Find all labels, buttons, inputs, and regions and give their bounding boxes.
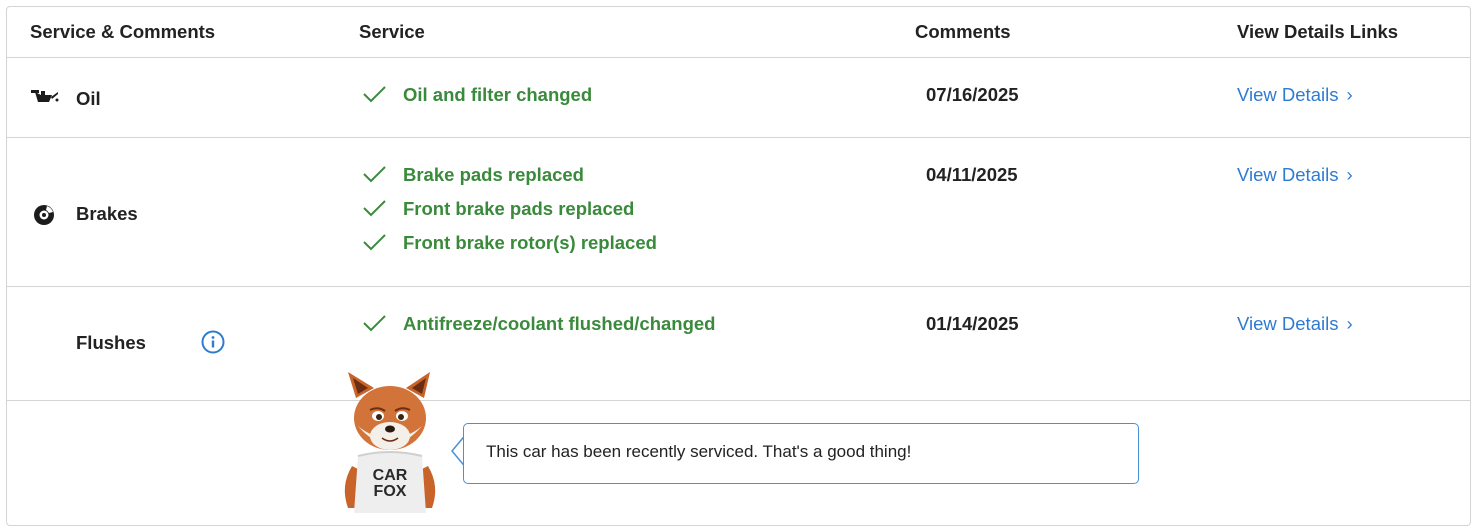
shirt-text-car: CAR <box>373 467 408 484</box>
oil-can-icon <box>31 89 59 110</box>
table-row-flushes: Flushes Antifreeze/coolant flushed/chang… <box>7 287 1470 401</box>
info-icon[interactable] <box>201 330 225 354</box>
table-row-oil: Oil Oil and filter changed 07/16/2025 Vi… <box>7 58 1470 138</box>
header-service-comments: Service & Comments <box>30 21 216 42</box>
service-item-text: Antifreeze/coolant flushed/changed <box>403 313 716 334</box>
brake-disc-icon <box>33 204 55 231</box>
service-item-text: Front brake pads replaced <box>403 198 635 219</box>
checkmark-icon <box>361 195 387 224</box>
chevron-right-icon: › <box>1346 313 1353 334</box>
header-service: Service <box>359 21 425 42</box>
service-name-brakes: Brakes <box>76 203 138 224</box>
view-details-link[interactable]: View Details › <box>1237 313 1353 335</box>
table-row-brakes: Brakes Brake pads replaced Front brake p… <box>7 138 1470 287</box>
checkmark-icon <box>361 310 387 339</box>
checkmark-icon <box>361 81 387 110</box>
table-header: Service & Comments Service Comments View… <box>7 7 1470 58</box>
checkmark-icon <box>361 229 387 258</box>
chevron-right-icon: › <box>1346 164 1353 185</box>
service-item-text: Oil and filter changed <box>403 84 593 105</box>
service-date: 07/16/2025 <box>926 84 1019 105</box>
view-details-label: View Details <box>1237 164 1339 185</box>
carfox-mascot: CAR FOX <box>330 368 450 518</box>
view-details-link[interactable]: View Details › <box>1237 164 1353 186</box>
shirt-text-fox: FOX <box>374 483 407 500</box>
service-name-flushes: Flushes <box>76 332 146 353</box>
service-item-text: Front brake rotor(s) replaced <box>403 232 657 253</box>
view-details-label: View Details <box>1237 84 1339 105</box>
view-details-link[interactable]: View Details › <box>1237 84 1353 106</box>
header-view-details: View Details Links <box>1237 21 1399 42</box>
chevron-right-icon: › <box>1346 84 1353 105</box>
view-details-label: View Details <box>1237 313 1339 334</box>
service-name-oil: Oil <box>76 88 101 109</box>
service-item-text: Brake pads replaced <box>403 164 584 185</box>
service-date: 04/11/2025 <box>926 164 1018 185</box>
mascot-message: This car has been recently serviced. Tha… <box>486 442 912 461</box>
speech-bubble: This car has been recently serviced. Tha… <box>463 423 1139 484</box>
service-date: 01/14/2025 <box>926 313 1019 334</box>
header-comments: Comments <box>915 21 1011 42</box>
checkmark-icon <box>361 161 387 190</box>
